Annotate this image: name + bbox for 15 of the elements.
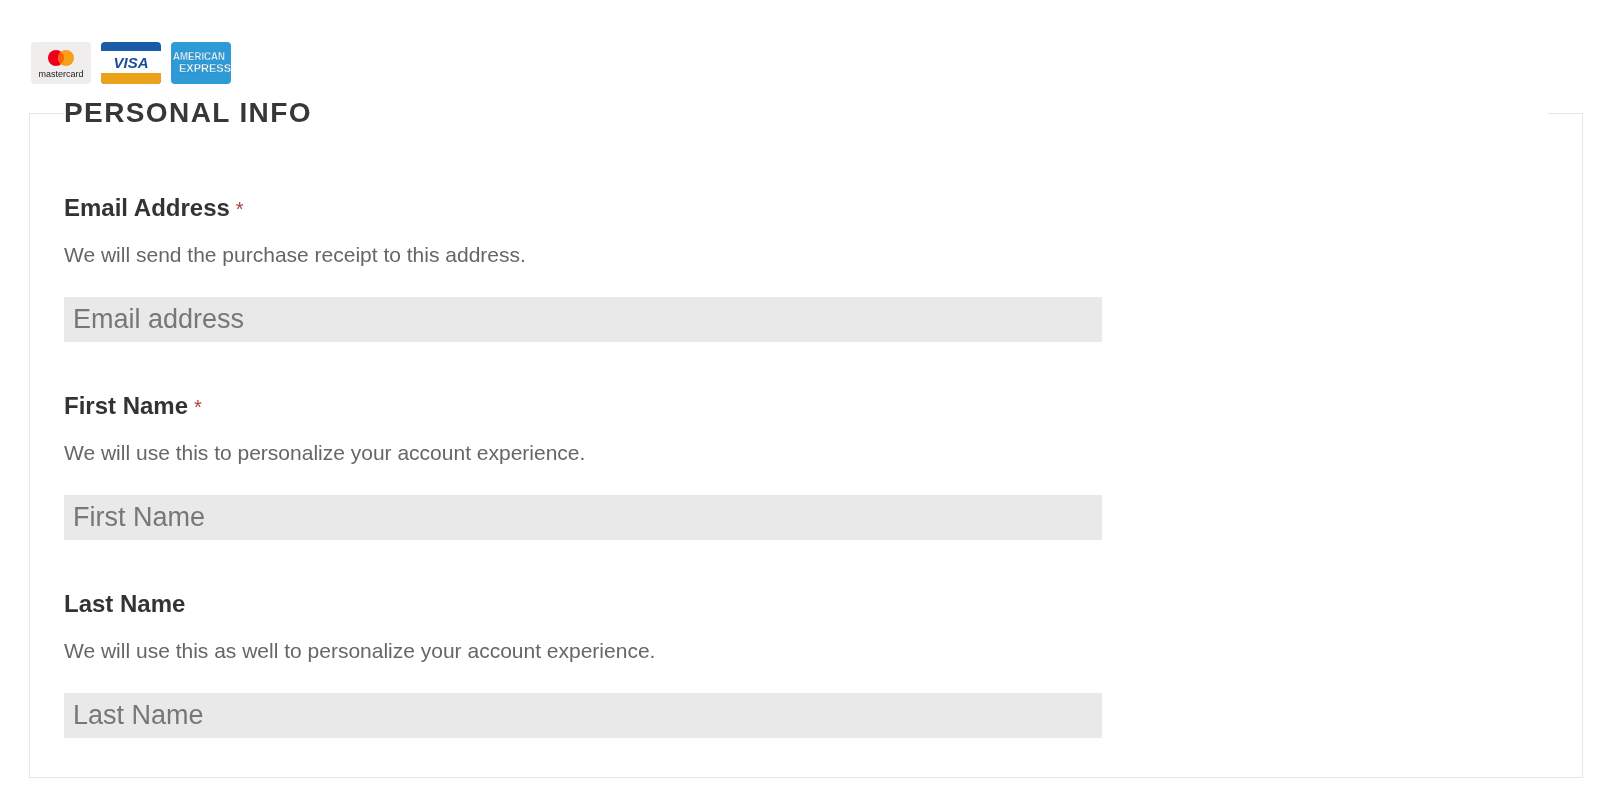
text-input[interactable]: Last Name [64,693,1102,738]
field-description: We will send the purchase receipt to this address. [64,242,526,268]
section-heading: PERSONAL INFO [64,97,312,128]
required-asterisk: * [235,197,244,222]
field-label: Last Name [64,589,186,619]
text-input[interactable]: First Name [64,495,1102,540]
visa-logo: VISA [101,42,161,84]
amex-logo: AMERICAN EXPRESS [171,42,231,84]
mastercard-logo: mastercard [31,42,91,84]
field-label: Email Address [64,193,230,223]
field-label: First Name [64,391,189,421]
field-description: We will use this as well to personalize your account experience. [64,638,656,664]
field-description: We will use this to personalize your account experience. [64,440,586,466]
text-input[interactable]: Email address [64,297,1102,342]
required-asterisk: * [194,395,202,420]
